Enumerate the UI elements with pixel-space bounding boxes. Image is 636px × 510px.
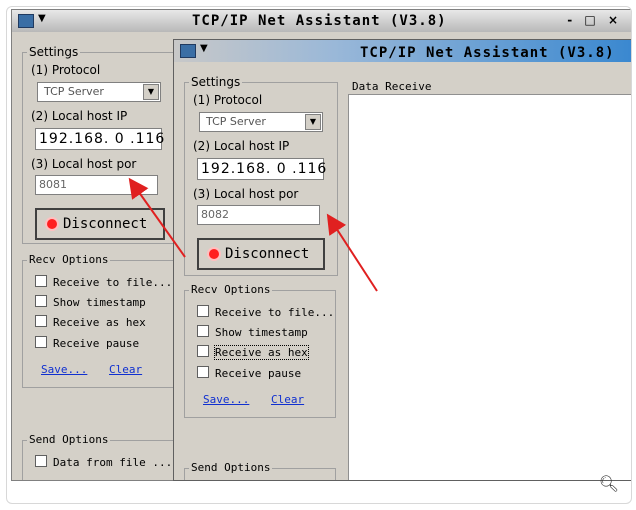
screenshot-frame: ▼ TCP/IP Net Assistant (V3.8) - □ × Sett…	[6, 6, 632, 504]
annotation-arrows	[128, 177, 378, 292]
arrow-to-back-port	[128, 177, 186, 258]
magnifier-plus-icon[interactable]: 🔍︎	[599, 474, 619, 493]
arrow-to-front-port	[326, 213, 378, 292]
